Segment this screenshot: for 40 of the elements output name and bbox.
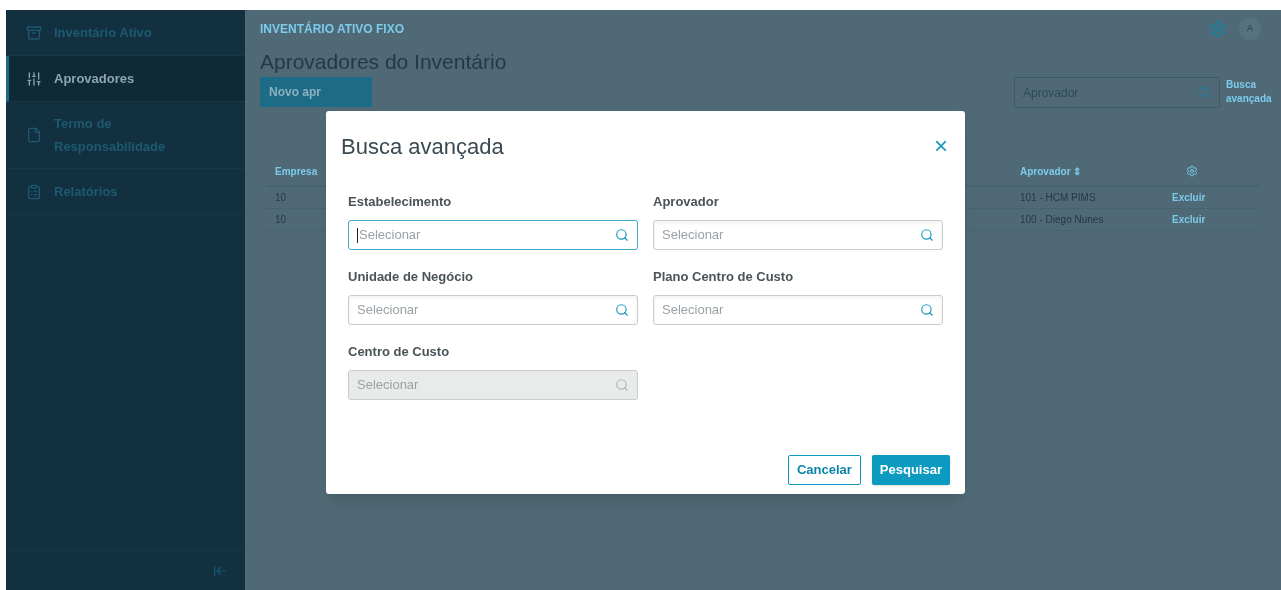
field-label: Unidade de Negócio [348, 268, 474, 286]
sliders-icon [26, 70, 42, 87]
placeholder-text: Selecionar [357, 376, 419, 395]
search-icon [615, 228, 629, 242]
select-field[interactable]: Selecionar [348, 295, 638, 325]
settings-icon[interactable] [1209, 20, 1227, 38]
placeholder-text: Selecionar [662, 226, 724, 245]
dialog-title: Busca avançada [341, 132, 504, 161]
search-icon [615, 378, 629, 392]
column-header: Empresa [274, 164, 319, 179]
placeholder-text: Selecionar [662, 301, 724, 320]
cancel-button[interactable]: Cancelar [787, 455, 861, 485]
delete-link[interactable]: Excluir [1172, 190, 1206, 205]
search-button[interactable]: Pesquisar [871, 455, 950, 485]
new-approver-button[interactable]: Novo apr [260, 77, 372, 107]
document-icon [26, 127, 42, 143]
clipboard-icon [26, 183, 42, 200]
field-label: Plano Centro de Custo [653, 268, 795, 286]
collapse-icon[interactable] [213, 563, 227, 578]
field-label: Estabelecimento [348, 193, 453, 211]
select-field[interactable]: Selecionar [653, 295, 943, 325]
settings-icon[interactable] [1186, 165, 1198, 177]
placeholder-text: Selecionar [357, 301, 419, 320]
search-icon [1198, 86, 1211, 99]
field-label: Aprovador [653, 193, 720, 211]
header-title: INVENTÁRIO ATIVO FIXO [260, 20, 404, 38]
placeholder-text: Selecionar [359, 226, 421, 245]
field-label: Centro de Custo [348, 343, 451, 361]
text-cursor [357, 227, 358, 243]
search-icon [920, 303, 934, 317]
search-icon [615, 303, 629, 317]
advanced-search-link[interactable]: Busca avançada [1226, 78, 1270, 106]
search-icon [920, 228, 934, 242]
select-field[interactable]: Selecionar [653, 220, 943, 250]
archive-box-icon [26, 24, 42, 41]
column-header[interactable]: Aprovador ⇕ [1006, 163, 1166, 179]
sidebar-item[interactable]: Aprovadores [6, 56, 245, 102]
close-button[interactable]: × [934, 134, 948, 158]
delete-link[interactable]: Excluir [1172, 212, 1206, 227]
select-field[interactable]: Selecionar [348, 220, 638, 250]
